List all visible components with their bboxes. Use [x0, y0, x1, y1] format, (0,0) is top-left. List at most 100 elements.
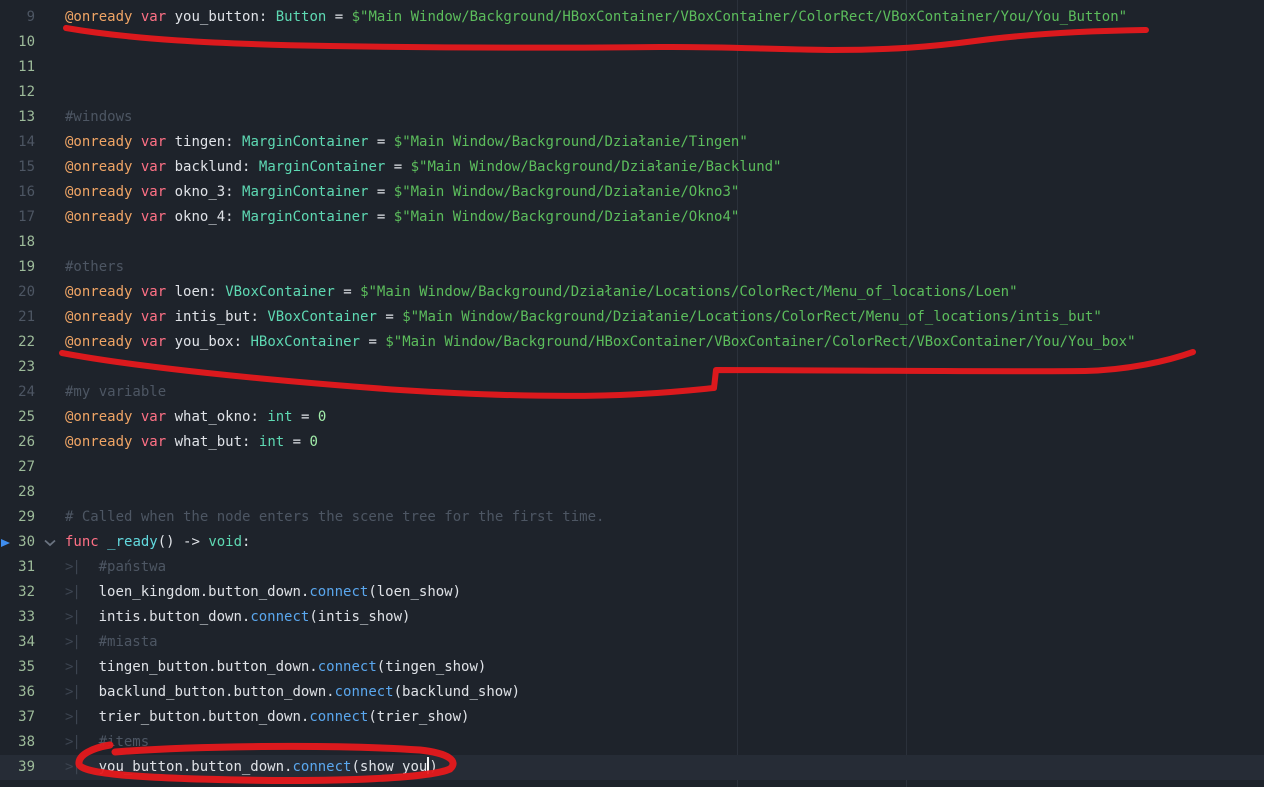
line-number[interactable]: 19 [14, 255, 35, 280]
line-number[interactable]: 18 [14, 230, 35, 255]
line-number[interactable]: 17 [14, 205, 35, 230]
line-number[interactable]: 22 [14, 330, 35, 355]
code-line[interactable]: 15@onready var backlund: MarginContainer… [0, 155, 1264, 180]
code-line[interactable]: 30func _ready() -> void: [0, 530, 1264, 555]
code-line[interactable]: 13#windows [0, 105, 1264, 130]
line-number[interactable]: 27 [14, 455, 35, 480]
line-number[interactable]: 30 [14, 530, 35, 555]
line-number[interactable]: 28 [14, 480, 35, 505]
line-number[interactable]: 24 [14, 380, 35, 405]
gutter-margin [0, 680, 14, 705]
code-token [132, 434, 140, 450]
line-number[interactable]: 15 [14, 155, 35, 180]
code-line[interactable]: 22@onready var you_box: HBoxContainer = … [0, 330, 1264, 355]
line-number[interactable]: 21 [14, 305, 35, 330]
code-token: you_box: [166, 334, 250, 350]
code-token: = [360, 334, 385, 350]
line-number[interactable]: 32 [14, 580, 35, 605]
code-line[interactable]: 26 @onready var what_but: int = 0 [0, 430, 1264, 455]
gutter-margin [0, 630, 14, 655]
code-token: VBoxContainer [225, 284, 335, 300]
line-number[interactable]: 10 [14, 30, 35, 55]
line-number[interactable]: 20 [14, 280, 35, 305]
code-line[interactable]: 12 [0, 80, 1264, 105]
code-line[interactable]: 18 [0, 230, 1264, 255]
code-token: $"Main Window/Background/Działanie/Tinge… [394, 134, 748, 150]
code-line[interactable]: 21@onready var intis_but: VBoxContainer … [0, 305, 1264, 330]
gutter-margin [0, 430, 14, 455]
code-line[interactable]: 38>|#items [0, 730, 1264, 755]
line-number[interactable]: 12 [14, 80, 35, 105]
gutter-margin [0, 80, 14, 105]
code-token: you_button.button_down. [99, 759, 293, 775]
code-token: = [385, 159, 410, 175]
code-text: >|tingen_button.button_down.connect(ting… [65, 655, 1264, 680]
line-number[interactable]: 13 [14, 105, 35, 130]
code-token: func [65, 534, 99, 550]
gutter-margin [0, 480, 14, 505]
line-number[interactable]: 37 [14, 705, 35, 730]
code-line[interactable]: 33>|intis.button_down.connect(intis_show… [0, 605, 1264, 630]
code-line[interactable]: 10 [0, 30, 1264, 55]
line-number[interactable]: 9 [14, 5, 35, 30]
code-token: MarginContainer [242, 209, 368, 225]
line-number[interactable]: 34 [14, 630, 35, 655]
code-line[interactable]: 39>|you_button.button_down.connect(show_… [0, 755, 1264, 780]
code-line[interactable]: 37>|trier_button.button_down.connect(tri… [0, 705, 1264, 730]
line-number[interactable]: 26 [14, 430, 35, 455]
code-line[interactable]: 9@onready var you_button: Button = $"Mai… [0, 5, 1264, 30]
code-token: = [284, 434, 309, 450]
code-token [132, 334, 140, 350]
code-line[interactable]: 29# Called when the node enters the scen… [0, 505, 1264, 530]
code-line[interactable]: 25 @onready var what_okno: int = 0 [0, 405, 1264, 430]
code-line[interactable]: 32>|loen_kingdom.button_down.connect(loe… [0, 580, 1264, 605]
code-token: $"Main Window/Background/HBoxContainer/V… [385, 334, 1135, 350]
code-token: (intis_show) [309, 609, 410, 625]
line-number[interactable]: 16 [14, 180, 35, 205]
line-number[interactable]: 29 [14, 505, 35, 530]
gutter-margin [0, 380, 14, 405]
line-number[interactable]: 23 [14, 355, 35, 380]
code-token [132, 309, 140, 325]
tab-indent-icon: >| [65, 755, 99, 780]
code-token: _ready [107, 534, 158, 550]
code-line[interactable]: 19 #others [0, 255, 1264, 280]
line-number[interactable]: 25 [14, 405, 35, 430]
code-line[interactable]: 35 >|tingen_button.button_down.connect(ti… [0, 655, 1264, 680]
code-line[interactable]: 11 [0, 55, 1264, 80]
line-number[interactable]: 38 [14, 730, 35, 755]
code-line[interactable]: 16@onready var okno_3: MarginContainer =… [0, 180, 1264, 205]
line-number[interactable]: 11 [14, 55, 35, 80]
code-token: connect [309, 584, 368, 600]
line-number[interactable]: 31 [14, 555, 35, 580]
line-number[interactable]: 14 [14, 130, 35, 155]
code-token [99, 534, 107, 550]
code-token: tingen: [166, 134, 242, 150]
code-line[interactable]: 27 [0, 455, 1264, 480]
code-line[interactable]: 24#my variable [0, 380, 1264, 405]
code-token: @onready [65, 309, 132, 325]
code-line[interactable]: 23 [0, 355, 1264, 380]
code-text: @onready var what_okno: int = 0 [65, 405, 1264, 430]
code-line[interactable]: 28 [0, 480, 1264, 505]
gutter-margin [0, 180, 14, 205]
code-line[interactable]: 20@onready var loen: VBoxContainer = $"M… [0, 280, 1264, 305]
line-number[interactable]: 39 [14, 755, 35, 780]
code-text: @onready var what_but: int = 0 [65, 430, 1264, 455]
code-line[interactable]: 34>|#miasta [0, 630, 1264, 655]
code-line[interactable]: 14@onready var tingen: MarginContainer =… [0, 130, 1264, 155]
line-number[interactable]: 35 [14, 655, 35, 680]
code-token: (tingen_show) [377, 659, 487, 675]
line-number[interactable]: 36 [14, 680, 35, 705]
fold-column [35, 630, 65, 655]
code-token: okno_4: [166, 209, 242, 225]
code-text: #others [65, 255, 1264, 280]
code-line[interactable]: 17@onready var okno_4: MarginContainer =… [0, 205, 1264, 230]
line-number[interactable]: 33 [14, 605, 35, 630]
fold-chevron-down-icon[interactable] [35, 530, 65, 555]
gutter-margin [0, 730, 14, 755]
code-token: $"Main Window/Background/Działanie/Okno4… [394, 209, 740, 225]
code-line[interactable]: 31>|#państwa [0, 555, 1264, 580]
code-line[interactable]: 36>|backlund_button.button_down.connect(… [0, 680, 1264, 705]
code-token [132, 284, 140, 300]
